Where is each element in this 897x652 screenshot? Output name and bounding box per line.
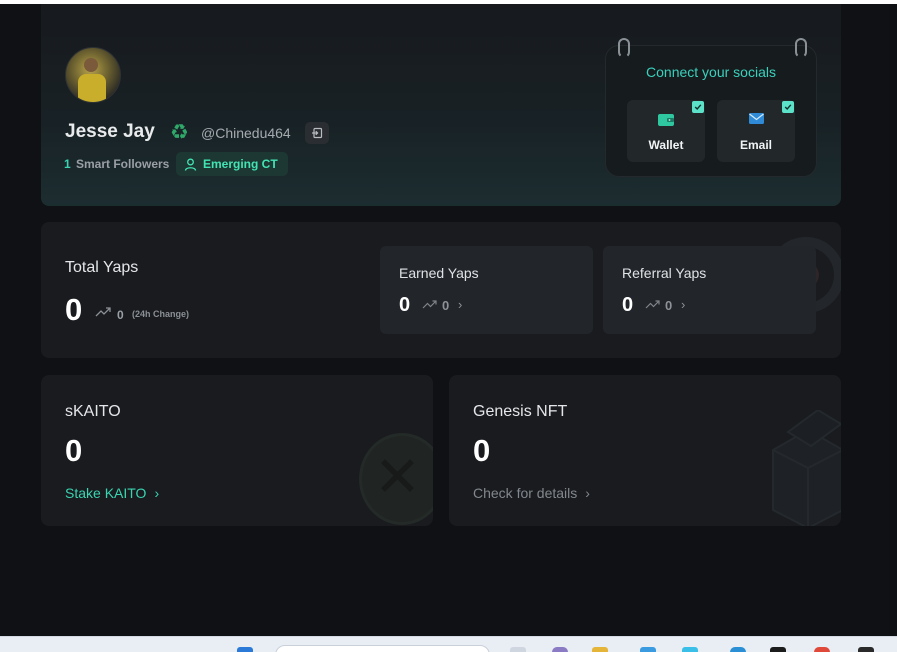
referral-yaps-change: 0 bbox=[665, 298, 673, 313]
wallet-button[interactable]: Wallet bbox=[627, 100, 705, 162]
genesis-nft-value: 0 bbox=[473, 433, 491, 468]
trend-up-icon bbox=[422, 300, 437, 309]
taskbar-app-icon[interactable] bbox=[640, 647, 656, 652]
total-yaps-change-value: 0 bbox=[117, 308, 124, 322]
chevron-right-icon: › bbox=[154, 485, 160, 501]
box-decoration-icon bbox=[772, 410, 841, 526]
smart-followers-label: Smart Followers bbox=[76, 157, 170, 171]
total-yaps-change-label: (24h Change) bbox=[132, 309, 190, 319]
profile-handle[interactable]: @Chinedu464 bbox=[201, 125, 291, 141]
logout-icon bbox=[312, 127, 323, 139]
wallet-icon bbox=[658, 114, 674, 126]
total-yaps-title: Total Yaps bbox=[65, 259, 139, 276]
check-details-link[interactable]: Check for details › bbox=[473, 485, 590, 501]
page-right-edge bbox=[889, 4, 897, 636]
referral-yaps-card[interactable]: Referral Yaps 0 0 › bbox=[603, 246, 816, 334]
windows-start-icon[interactable] bbox=[237, 647, 253, 652]
email-label: Email bbox=[739, 138, 772, 152]
profile-name: Jesse Jay bbox=[65, 121, 155, 142]
taskbar-app-icon[interactable] bbox=[552, 647, 568, 652]
profile-card: Jesse Jay ♻ @Chinedu464 1 Smart Follower… bbox=[41, 4, 841, 206]
referral-yaps-value: 0 bbox=[622, 294, 634, 316]
total-yaps-value: 0 bbox=[65, 292, 83, 327]
taskbar-app-icon[interactable] bbox=[770, 647, 786, 652]
taskbar-search-input[interactable] bbox=[275, 645, 490, 652]
smart-followers-count: 1 bbox=[64, 157, 71, 171]
badge-label: Emerging CT bbox=[203, 157, 278, 171]
chevron-right-icon: › bbox=[585, 485, 590, 501]
recycle-icon: ♻ bbox=[170, 121, 189, 144]
wallet-label: Wallet bbox=[648, 138, 684, 152]
taskbar-app-icon[interactable] bbox=[730, 647, 746, 652]
taskbar-app-icon[interactable] bbox=[858, 647, 874, 652]
trend-up-icon bbox=[95, 307, 111, 317]
stake-kaito-link[interactable]: Stake KAITO › bbox=[65, 485, 159, 501]
connect-socials-title: Connect your socials bbox=[646, 64, 776, 80]
connect-socials-panel: Connect your socials Wallet Email bbox=[605, 38, 817, 177]
genesis-nft-card: Genesis NFT 0 Check for details › bbox=[449, 375, 841, 526]
check-icon bbox=[692, 101, 704, 113]
check-details-label: Check for details bbox=[473, 485, 578, 501]
kaito-x-decoration: ✕ bbox=[374, 445, 421, 510]
taskbar-app-icon[interactable] bbox=[510, 647, 526, 652]
avatar-body bbox=[78, 74, 106, 102]
earned-yaps-change: 0 bbox=[442, 298, 450, 313]
chevron-right-icon[interactable]: › bbox=[681, 297, 685, 312]
email-button[interactable]: Email bbox=[717, 100, 795, 162]
genesis-nft-title: Genesis NFT bbox=[473, 403, 568, 420]
user-icon bbox=[184, 158, 197, 171]
os-taskbar bbox=[0, 636, 897, 652]
skaito-value: 0 bbox=[65, 433, 83, 468]
earned-yaps-value: 0 bbox=[399, 294, 411, 316]
referral-yaps-title: Referral Yaps bbox=[622, 265, 707, 281]
skaito-title: sKAITO bbox=[65, 403, 121, 420]
mail-icon bbox=[748, 113, 764, 124]
status-badge: Emerging CT bbox=[176, 152, 288, 176]
stake-kaito-label: Stake KAITO bbox=[65, 485, 147, 501]
trend-up-icon bbox=[645, 300, 660, 309]
check-icon bbox=[782, 101, 794, 113]
logout-button[interactable] bbox=[305, 122, 329, 144]
binder-ring-right bbox=[795, 38, 807, 58]
chrome-icon[interactable] bbox=[814, 647, 830, 652]
folder-icon[interactable] bbox=[592, 647, 608, 652]
binder-ring-left bbox=[618, 38, 630, 58]
earned-yaps-title: Earned Yaps bbox=[399, 265, 479, 281]
avatar[interactable] bbox=[65, 47, 121, 103]
taskbar-app-icon[interactable] bbox=[682, 647, 698, 652]
earned-yaps-card[interactable]: Earned Yaps 0 0 › bbox=[380, 246, 593, 334]
skaito-card: ✕ sKAITO 0 Stake KAITO › bbox=[41, 375, 433, 526]
chevron-right-icon[interactable]: › bbox=[458, 297, 462, 312]
yaps-panel: Total Yaps 0 0 (24h Change) Earned Yaps … bbox=[41, 222, 841, 358]
avatar-head bbox=[84, 58, 98, 72]
